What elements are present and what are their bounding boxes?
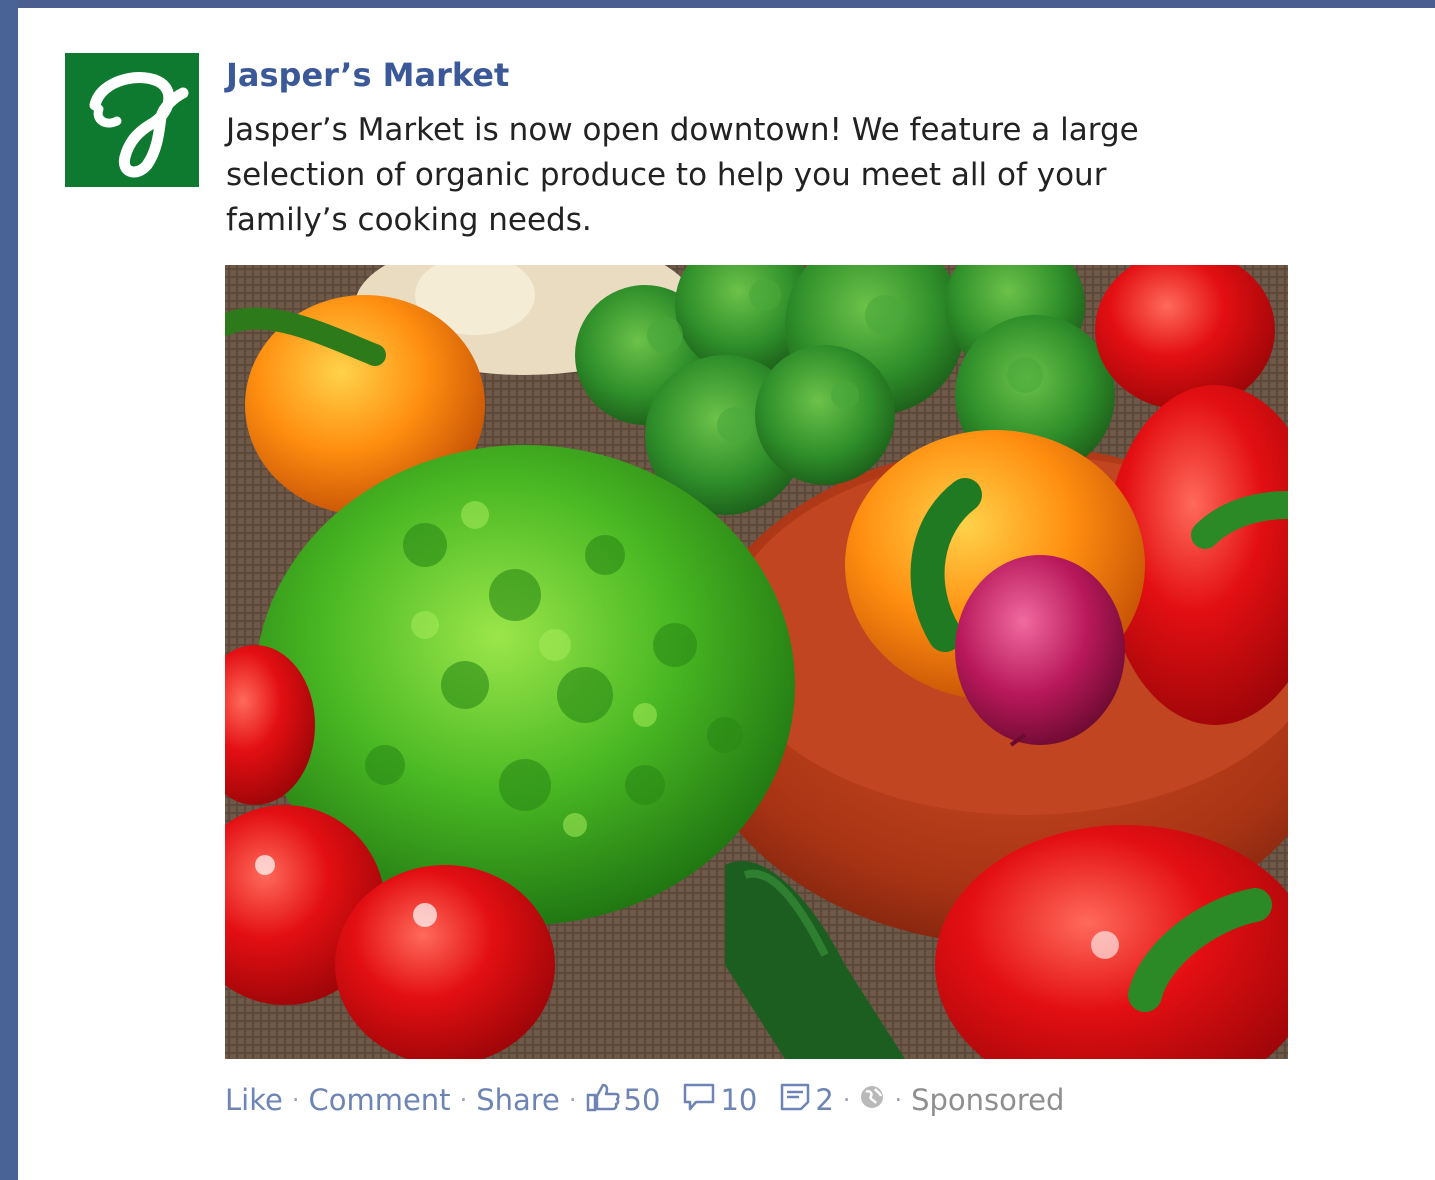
share-count[interactable]: 2 — [815, 1083, 833, 1117]
share-link[interactable]: Share — [476, 1083, 560, 1117]
window-frame-top — [0, 0, 1435, 8]
comment-link[interactable]: Comment — [308, 1083, 450, 1117]
post-text-line: family’s cooking needs. — [226, 202, 592, 238]
separator-dot: · — [291, 1086, 300, 1114]
jaspers-market-logo — [89, 72, 189, 178]
page-name-link[interactable]: Jasper’s Market — [226, 56, 509, 94]
separator-dot: · — [459, 1086, 468, 1114]
thumbs-up-icon[interactable] — [586, 1082, 620, 1119]
window-frame-left — [0, 0, 18, 1180]
like-link[interactable]: Like — [225, 1083, 283, 1117]
share-count-icon[interactable] — [779, 1082, 811, 1119]
post-photo[interactable] — [225, 265, 1288, 1059]
separator-dot: · — [568, 1086, 577, 1114]
news-feed-post: Jasper’s Market Jasper’s Market is now o… — [18, 8, 1435, 1180]
page-avatar[interactable] — [65, 53, 199, 187]
post-text: Jasper’s Market is now open downtown! We… — [226, 108, 1226, 243]
comment-bubble-icon[interactable] — [682, 1082, 716, 1119]
sponsored-label: Sponsored — [911, 1083, 1065, 1117]
post-text-line: selection of organic produce to help you… — [226, 157, 1107, 193]
post-action-bar: Like · Comment · Share · 50 10 2 · · Spo… — [225, 1080, 1064, 1120]
separator-dot: · — [842, 1086, 851, 1114]
vegetables-photo — [225, 265, 1288, 1059]
comment-count[interactable]: 10 — [720, 1083, 757, 1117]
globe-icon — [859, 1083, 885, 1117]
like-count[interactable]: 50 — [624, 1083, 661, 1117]
post-text-line: Jasper’s Market is now open downtown! We… — [226, 112, 1139, 148]
separator-dot: · — [894, 1086, 903, 1114]
